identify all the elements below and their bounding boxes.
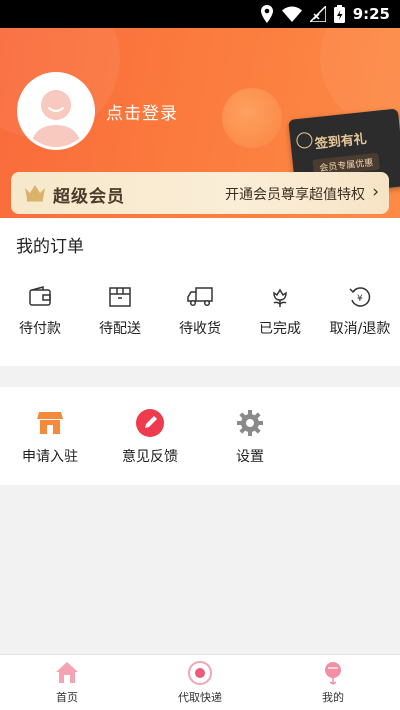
vip-banner[interactable]: 超级会员 开通会员尊享超值特权 › [11, 172, 389, 214]
chevron-right-icon: › [372, 182, 379, 202]
tool-label: 设置 [236, 449, 264, 465]
refund-icon: ¥ [349, 287, 371, 307]
settings-button[interactable]: 设置 [210, 409, 290, 466]
tab-label: 首页 [56, 691, 78, 704]
tab-home[interactable]: 首页 [17, 660, 117, 705]
delivery-icon [188, 661, 212, 685]
vip-promo-text: 开通会员尊享超值特权 [225, 187, 365, 203]
tools-section: 申请入驻 意见反馈 设置 [0, 387, 400, 485]
tab-label: 代取快递 [178, 691, 222, 704]
orders-section: 我的订单 待付款 待配送 待收货 已完成 ¥ 取消/退款 [0, 218, 400, 366]
tab-label: 我的 [322, 691, 344, 704]
order-label: 取消/退款 [329, 321, 391, 337]
profile-icon [325, 662, 341, 685]
no-signal-icon [309, 6, 326, 22]
wifi-icon [281, 6, 302, 22]
order-label: 待付款 [19, 321, 61, 337]
feedback-button[interactable]: 意见反馈 [110, 409, 190, 466]
avatar[interactable] [17, 72, 95, 150]
tool-label: 意见反馈 [122, 449, 178, 465]
coin-icon [295, 131, 314, 150]
status-time: 9:25 [352, 5, 390, 23]
wallet-icon [29, 286, 51, 306]
battery-charging-icon [333, 5, 345, 23]
crown-icon [25, 185, 45, 202]
truck-icon [187, 287, 213, 307]
bottom-tab-bar: 首页 代取快递 我的 [0, 654, 400, 710]
status-bar: 9:25 [0, 0, 400, 28]
svg-text:¥: ¥ [357, 294, 363, 304]
orders-title: 我的订单 [16, 237, 84, 257]
pencil-icon [136, 409, 164, 437]
decor-bubble [222, 88, 282, 148]
tool-label: 申请入驻 [22, 449, 78, 465]
order-refund[interactable]: ¥ 取消/退款 [320, 286, 400, 338]
default-avatar-icon [20, 75, 92, 147]
tab-mine[interactable]: 我的 [283, 660, 383, 705]
order-pending-payment[interactable]: 待付款 [0, 286, 80, 338]
vip-title: 超级会员 [53, 187, 125, 207]
apply-settle-button[interactable]: 申请入驻 [10, 409, 90, 466]
order-label: 待收货 [179, 321, 221, 337]
order-label: 已完成 [259, 321, 301, 337]
package-icon [109, 287, 131, 307]
home-icon [56, 662, 78, 683]
order-completed[interactable]: 已完成 [240, 286, 320, 338]
shop-icon [37, 412, 63, 434]
location-icon [260, 5, 273, 23]
login-link[interactable]: 点击登录 [106, 99, 178, 124]
flower-icon [273, 288, 287, 307]
order-pending-receipt[interactable]: 待收货 [160, 286, 240, 338]
tab-delivery[interactable]: 代取快递 [150, 660, 250, 705]
order-label: 待配送 [99, 321, 141, 337]
order-pending-delivery[interactable]: 待配送 [80, 286, 160, 338]
checkin-title: 签到有礼 [314, 131, 368, 153]
status-icons: 9:25 [260, 4, 390, 24]
gear-icon [237, 410, 263, 436]
